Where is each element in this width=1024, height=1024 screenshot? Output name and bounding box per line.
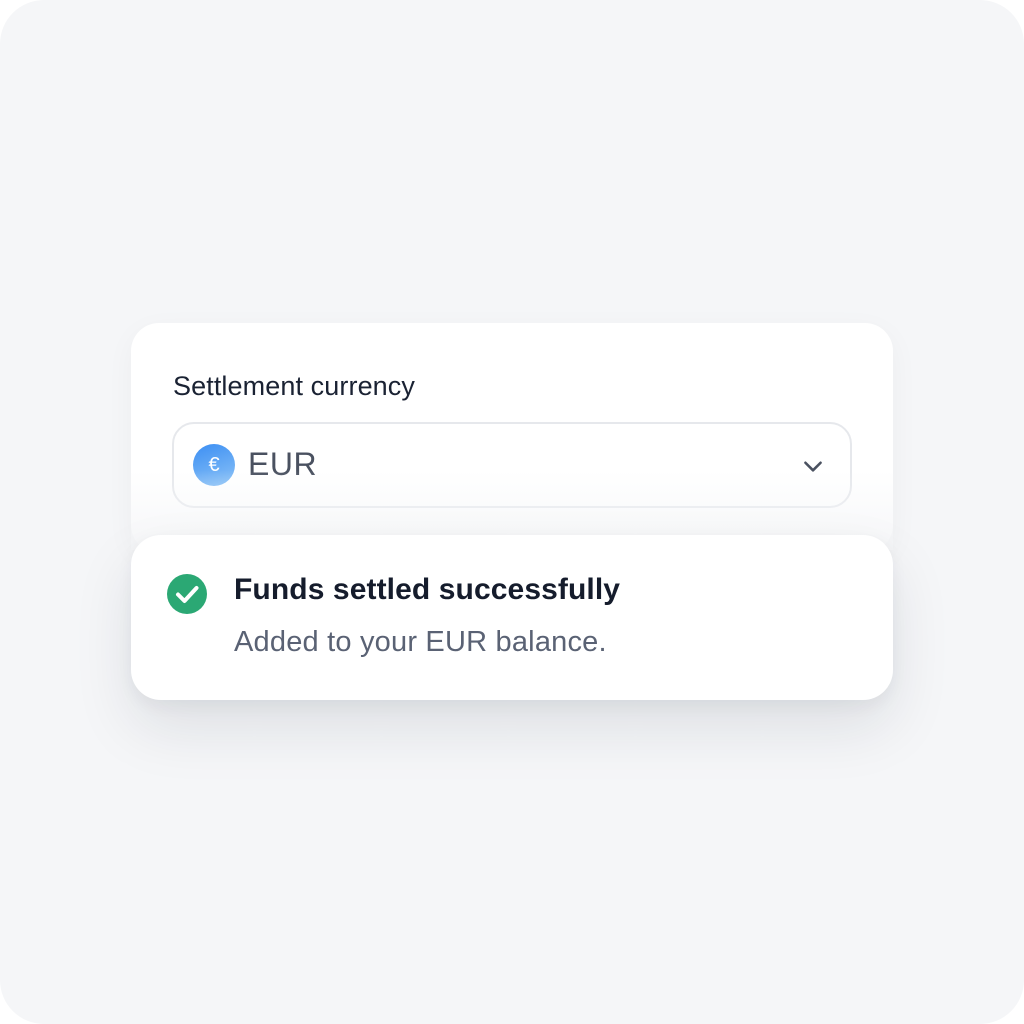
page-canvas: Settlement currency € EUR Funds settled …	[0, 0, 1024, 1024]
currency-select-value: EUR	[248, 446, 318, 482]
check-circle-icon	[167, 574, 207, 614]
euro-icon: €	[193, 444, 235, 486]
toast-message: Added to your EUR balance.	[234, 626, 607, 658]
toast-title: Funds settled successfully	[234, 573, 621, 606]
settlement-currency-label: Settlement currency	[173, 371, 415, 401]
settlement-currency-card: Settlement currency € EUR	[131, 323, 893, 553]
success-toast: Funds settled successfully Added to your…	[131, 535, 893, 700]
currency-select[interactable]: € EUR	[172, 422, 852, 508]
chevron-down-icon[interactable]	[800, 453, 826, 479]
